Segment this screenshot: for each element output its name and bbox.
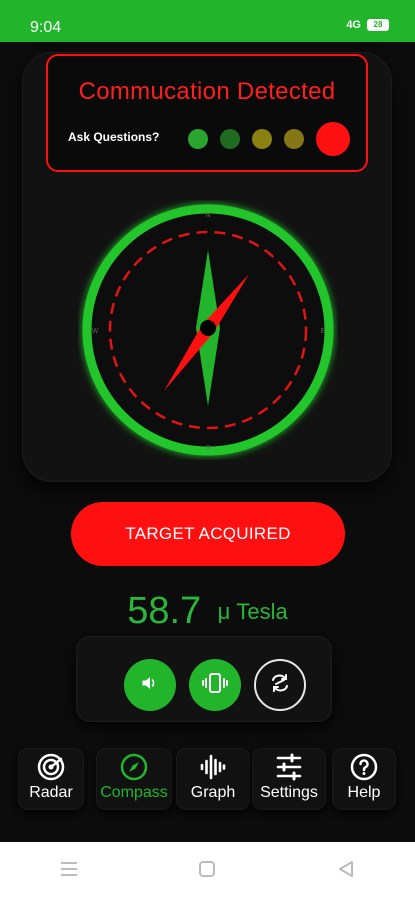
status-time: 9:04 bbox=[30, 19, 62, 36]
compass-pivot bbox=[200, 320, 216, 336]
battery-level: 28 bbox=[373, 20, 383, 29]
sliders-icon bbox=[275, 752, 303, 782]
signal-indicator-dots bbox=[186, 122, 356, 156]
vibrate-toggle-button[interactable] bbox=[189, 659, 241, 711]
status-bar: 9:04 4G 28 bbox=[0, 0, 415, 42]
nav-label-settings: Settings bbox=[260, 784, 318, 801]
indicator-dot-4 bbox=[284, 129, 304, 149]
battery-icon: 28 bbox=[367, 19, 389, 31]
nav-label-help: Help bbox=[347, 784, 381, 801]
status-icons: 4G 28 bbox=[346, 19, 389, 31]
vibrate-icon bbox=[202, 672, 228, 699]
compass-north-label: N bbox=[205, 212, 210, 219]
system-navigation-bar bbox=[0, 842, 415, 900]
signal-icon: 4G bbox=[346, 19, 361, 31]
compass-icon bbox=[120, 752, 148, 782]
nav-item-help[interactable]: Help bbox=[332, 748, 396, 810]
indicator-dot-5 bbox=[316, 122, 350, 156]
swap-icon bbox=[267, 670, 293, 701]
compass-east-label: E bbox=[321, 328, 326, 335]
communication-panel: Commucation Detected Ask Questions? bbox=[46, 54, 368, 172]
home-icon bbox=[198, 860, 216, 883]
target-acquired-button[interactable]: TARGET ACQUIRED bbox=[71, 502, 345, 566]
magnetic-reading: 58.7 μ Tesla bbox=[0, 590, 415, 633]
compass-west-label: W bbox=[92, 328, 99, 335]
recent-apps-button[interactable] bbox=[39, 856, 99, 886]
nav-item-settings[interactable]: Settings bbox=[252, 748, 326, 810]
nav-item-graph[interactable]: Graph bbox=[176, 748, 250, 810]
sound-toggle-button[interactable] bbox=[124, 659, 176, 711]
compass-south-label: S bbox=[206, 445, 211, 452]
nav-item-radar[interactable]: Radar bbox=[18, 748, 84, 810]
indicator-dot-1 bbox=[188, 129, 208, 149]
ask-questions-label: Ask Questions? bbox=[68, 130, 160, 144]
detection-title: Commucation Detected bbox=[78, 78, 336, 105]
compass-dial: N S E W bbox=[78, 200, 338, 460]
compass-graphic: N S E W bbox=[82, 204, 334, 456]
reading-value: 58.7 bbox=[127, 590, 202, 632]
reading-unit: μ Tesla bbox=[217, 598, 288, 624]
speaker-icon bbox=[140, 673, 160, 698]
target-acquired-label: TARGET ACQUIRED bbox=[125, 524, 291, 543]
radar-icon bbox=[37, 752, 65, 782]
bottom-navigation: Radar Compass Graph Settings Help bbox=[14, 748, 402, 812]
menu-icon bbox=[60, 861, 78, 882]
nav-label-compass: Compass bbox=[100, 784, 168, 801]
nav-item-compass[interactable]: Compass bbox=[96, 748, 172, 810]
home-button[interactable] bbox=[177, 856, 237, 886]
help-icon bbox=[350, 752, 378, 782]
waveform-icon bbox=[199, 752, 227, 782]
nav-label-graph: Graph bbox=[190, 784, 236, 801]
indicator-dot-2 bbox=[220, 129, 240, 149]
nav-label-radar: Radar bbox=[29, 784, 73, 801]
indicator-dot-3 bbox=[252, 129, 272, 149]
back-icon bbox=[337, 860, 355, 883]
back-button[interactable] bbox=[316, 856, 376, 886]
switch-mode-button[interactable] bbox=[254, 659, 306, 711]
